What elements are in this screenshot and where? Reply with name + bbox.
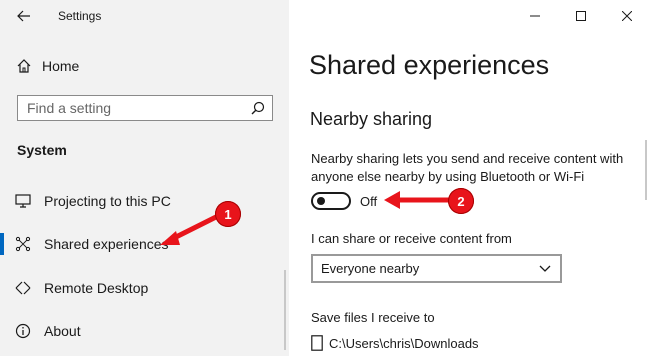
info-icon	[15, 323, 31, 339]
minimize-button[interactable]	[512, 0, 558, 32]
save-path: C:\Users\chris\Downloads	[329, 335, 479, 351]
back-arrow-icon	[17, 10, 30, 22]
projector-icon	[15, 193, 31, 209]
file-icon	[311, 335, 323, 351]
save-files-label: Save files I receive to	[311, 310, 435, 325]
section-heading: System	[17, 142, 67, 158]
minimize-icon	[530, 15, 540, 17]
sidebar-item-label: Shared experiences	[44, 236, 169, 252]
search-icon[interactable]	[244, 96, 272, 120]
app-title: Settings	[58, 9, 102, 23]
sidebar-item-label: About	[44, 323, 81, 339]
search-input[interactable]	[18, 99, 244, 117]
home-nav-item[interactable]: Home	[16, 54, 79, 78]
window-controls	[512, 0, 650, 32]
home-icon	[17, 59, 31, 73]
maximize-button[interactable]	[558, 0, 604, 32]
page-title: Shared experiences	[309, 50, 550, 80]
save-path-row[interactable]: C:\Users\chris\Downloads	[311, 332, 479, 354]
back-button[interactable]	[14, 6, 34, 26]
dropdown-value: Everyone nearby	[321, 261, 420, 276]
sidebar: Settings Home System Projecting to this …	[0, 0, 289, 356]
home-label: Home	[42, 58, 80, 74]
callout-badge-2: 2	[448, 188, 474, 214]
sidebar-item-label: Remote Desktop	[44, 280, 149, 296]
close-button[interactable]	[604, 0, 650, 32]
nearby-sharing-toggle[interactable]	[311, 192, 351, 210]
close-icon	[622, 11, 632, 21]
maximize-icon	[576, 11, 586, 21]
nearby-sharing-description: Nearby sharing lets you send and receive…	[311, 151, 624, 184]
content-scrollbar[interactable]	[645, 140, 647, 200]
sidebar-item-remote-desktop[interactable]: Remote Desktop	[0, 274, 289, 302]
chevron-down-icon	[530, 265, 560, 273]
sidebar-item-shared-experiences[interactable]: Shared experiences	[0, 230, 289, 258]
remote-desktop-icon	[15, 280, 31, 296]
shared-experiences-icon	[15, 236, 31, 252]
sidebar-item-label: Projecting to this PC	[44, 193, 171, 209]
sidebar-scrollbar[interactable]	[284, 270, 286, 350]
title-bar-left: Settings	[0, 0, 289, 32]
callout-badge-1: 1	[215, 201, 241, 227]
share-from-label: I can share or receive content from	[311, 231, 512, 246]
nearby-sharing-heading: Nearby sharing	[310, 109, 433, 129]
sidebar-item-projecting[interactable]: Projecting to this PC	[0, 187, 289, 215]
toggle-knob	[317, 197, 325, 205]
sidebar-item-about[interactable]: About	[0, 317, 289, 345]
toggle-state-label: Off	[360, 194, 378, 209]
share-from-dropdown[interactable]: Everyone nearby	[311, 254, 562, 283]
search-box[interactable]	[17, 95, 273, 121]
